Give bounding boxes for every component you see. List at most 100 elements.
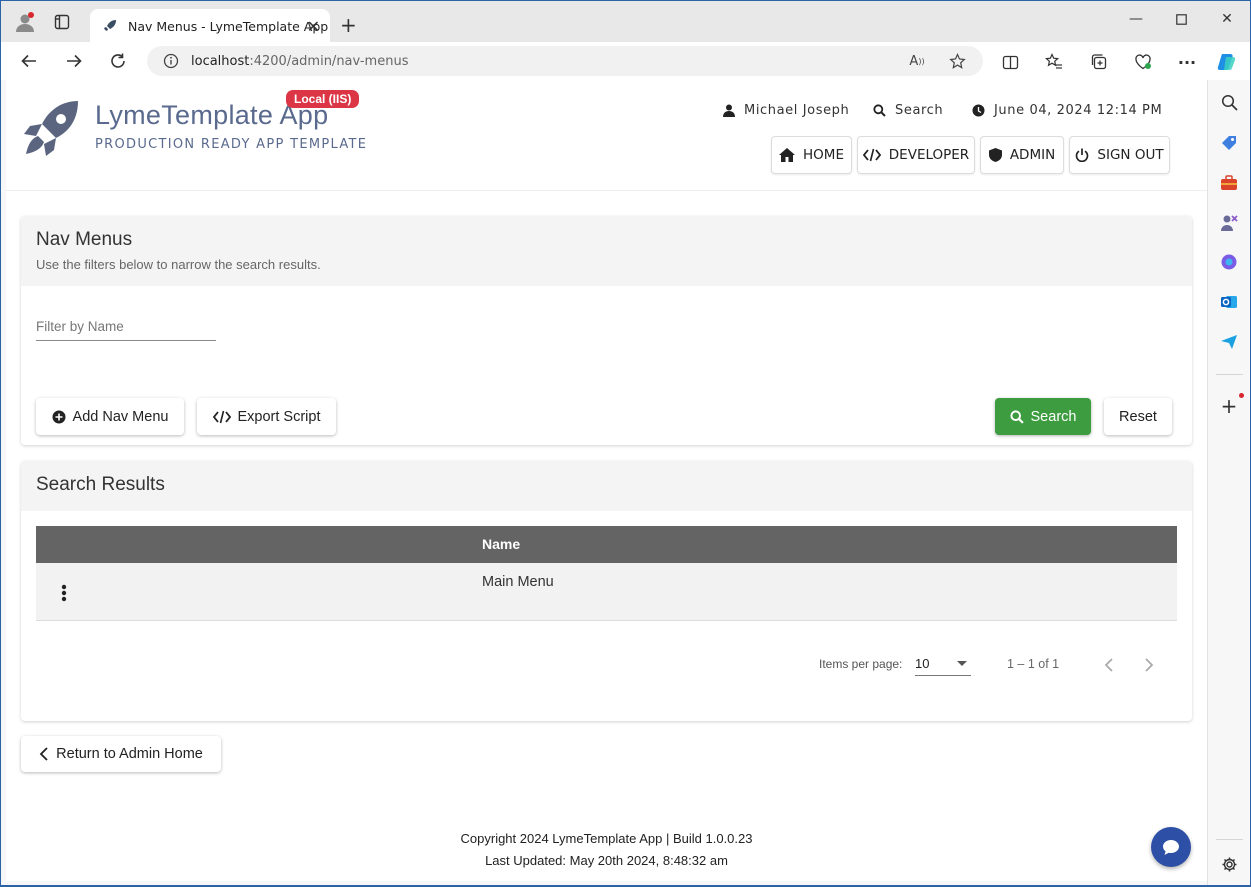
rocket-logo-icon[interactable] [20, 98, 82, 160]
search-icon [1009, 409, 1024, 424]
footer-last-updated: Last Updated: May 20th 2024, 8:48:32 am [485, 853, 728, 868]
items-per-page-label: Items per page: [819, 657, 903, 671]
chevron-left-icon [1104, 658, 1113, 672]
back-icon[interactable] [18, 50, 40, 72]
user-menu[interactable]: Michael Joseph [723, 103, 849, 118]
filter-card: Nav Menus Use the filters below to narro… [21, 216, 1192, 445]
url-host: localhost [191, 53, 250, 69]
browser-toolbar: localhost:4200/admin/nav-menus A)) ··· [1, 42, 1250, 80]
page-title: Nav Menus [36, 229, 133, 250]
chevron-right-icon [1145, 658, 1154, 672]
export-script-label: Export Script [237, 408, 321, 425]
sidebar-copilot-365-icon[interactable] [1219, 252, 1239, 272]
results-title: Search Results [36, 474, 165, 495]
search-button-label: Search [1030, 408, 1077, 425]
refresh-icon[interactable] [107, 50, 129, 72]
more-options-icon[interactable]: ··· [1176, 51, 1198, 73]
address-bar[interactable]: localhost:4200/admin/nav-menus A)) [147, 46, 983, 76]
sidebar-search-icon[interactable] [1219, 92, 1239, 112]
tab-close-icon[interactable]: ✕ [307, 17, 320, 36]
nav-developer-label: DEVELOPER [888, 147, 970, 163]
search-button[interactable]: Search [995, 398, 1091, 435]
header-search-link[interactable]: Search [873, 103, 943, 118]
maximize-icon[interactable] [1169, 9, 1193, 29]
close-window-icon[interactable]: ✕ [1215, 9, 1239, 29]
sidebar-tools-icon[interactable] [1219, 173, 1239, 193]
page-content: LymeTemplate App Local (IIS) PRODUCTION … [6, 80, 1207, 881]
favorite-star-icon[interactable] [947, 51, 967, 71]
new-tab-icon[interactable]: + [340, 13, 357, 37]
home-icon [779, 148, 796, 162]
notification-dot [1239, 393, 1244, 398]
datetime-text: June 04, 2024 12:14 PM [994, 103, 1163, 118]
tab-title: Nav Menus - LymeTemplate App [128, 18, 329, 34]
page-size-select[interactable]: 10 [915, 652, 971, 676]
nav-signout-label: SIGN OUT [1097, 147, 1164, 163]
add-nav-menu-button[interactable]: Add Nav Menu [36, 398, 184, 435]
forward-icon[interactable] [63, 50, 85, 72]
filter-name-input[interactable] [36, 315, 216, 334]
collections-icon[interactable] [1088, 51, 1110, 73]
tab-actions-icon[interactable] [50, 10, 74, 34]
return-admin-home-button[interactable]: Return to Admin Home [21, 736, 221, 772]
sidebar-drop-icon[interactable] [1219, 332, 1239, 352]
results-card: Search Results Name Main Menu Items per … [21, 461, 1192, 721]
export-script-button[interactable]: Export Script [197, 398, 336, 435]
user-icon [723, 104, 735, 117]
tab-active[interactable]: Nav Menus - LymeTemplate App ✕ [90, 9, 330, 43]
next-page-button[interactable] [1137, 653, 1161, 677]
column-header-name[interactable]: Name [482, 536, 520, 552]
nav-home-button[interactable]: HOME [771, 136, 852, 174]
split-screen-icon[interactable] [999, 51, 1021, 73]
app-subtitle: PRODUCTION READY APP TEMPLATE [95, 137, 368, 152]
chat-button[interactable] [1151, 827, 1191, 867]
minimize-icon[interactable]: — [1124, 9, 1148, 29]
info-icon[interactable] [163, 53, 179, 69]
profile-icon[interactable] [13, 10, 37, 34]
row-actions-menu-icon[interactable] [54, 581, 74, 605]
sidebar-divider-bottom [1216, 839, 1243, 840]
nav-signout-button[interactable]: SIGN OUT [1069, 136, 1170, 174]
sidebar-shopping-icon[interactable] [1219, 133, 1239, 153]
shield-icon [988, 148, 1002, 162]
plus-circle-icon [52, 410, 66, 423]
previous-page-button[interactable] [1097, 653, 1121, 677]
user-name: Michael Joseph [744, 103, 850, 118]
sidebar-add-icon[interactable]: + [1219, 394, 1239, 418]
environment-badge: Local (IIS) [286, 90, 360, 108]
reset-button-label: Reset [1119, 408, 1157, 425]
browser-essentials-icon[interactable] [1132, 51, 1154, 73]
chevron-left-icon [39, 747, 48, 761]
read-aloud-icon[interactable]: A)) [907, 51, 927, 71]
footer-copyright: Copyright 2024 LymeTemplate App | Build … [460, 831, 753, 846]
current-datetime: June 04, 2024 12:14 PM [972, 103, 1162, 118]
chevron-down-icon [957, 661, 967, 666]
filter-name-field[interactable] [36, 315, 216, 341]
table-row[interactable]: Main Menu [36, 563, 1177, 621]
add-nav-menu-label: Add Nav Menu [72, 408, 169, 425]
power-icon [1076, 148, 1089, 162]
results-table: Name Main Menu [36, 526, 1177, 621]
copilot-icon[interactable] [1216, 51, 1238, 73]
edge-sidebar: + [1207, 80, 1250, 885]
nav-admin-label: ADMIN [1009, 147, 1056, 163]
footer: Copyright 2024 LymeTemplate App | Build … [6, 828, 1207, 872]
sidebar-settings-gear-icon[interactable] [1219, 854, 1239, 874]
nav-admin-button[interactable]: ADMIN [980, 136, 1064, 174]
results-card-header: Search Results [21, 461, 1192, 511]
table-header-row: Name [36, 526, 1177, 563]
sidebar-outlook-icon[interactable] [1219, 292, 1239, 312]
reset-button[interactable]: Reset [1104, 398, 1172, 435]
sidebar-divider [1216, 374, 1243, 375]
page-subtitle: Use the filters below to narrow the sear… [36, 257, 321, 272]
code-icon [212, 410, 231, 423]
row-name-cell: Main Menu [482, 574, 554, 590]
paginator: Items per page: 10 1 – 1 of 1 [21, 651, 1192, 681]
favorites-icon[interactable] [1043, 51, 1065, 73]
app-header: LymeTemplate App Local (IIS) PRODUCTION … [6, 80, 1207, 191]
sidebar-games-icon[interactable] [1219, 213, 1239, 233]
nav-developer-button[interactable]: DEVELOPER [857, 136, 975, 174]
url-path: :4200/admin/nav-menus [249, 53, 409, 69]
header-search-label: Search [895, 103, 944, 118]
tab-bar: Nav Menus - LymeTemplate App ✕ + — ✕ [1, 1, 1250, 43]
